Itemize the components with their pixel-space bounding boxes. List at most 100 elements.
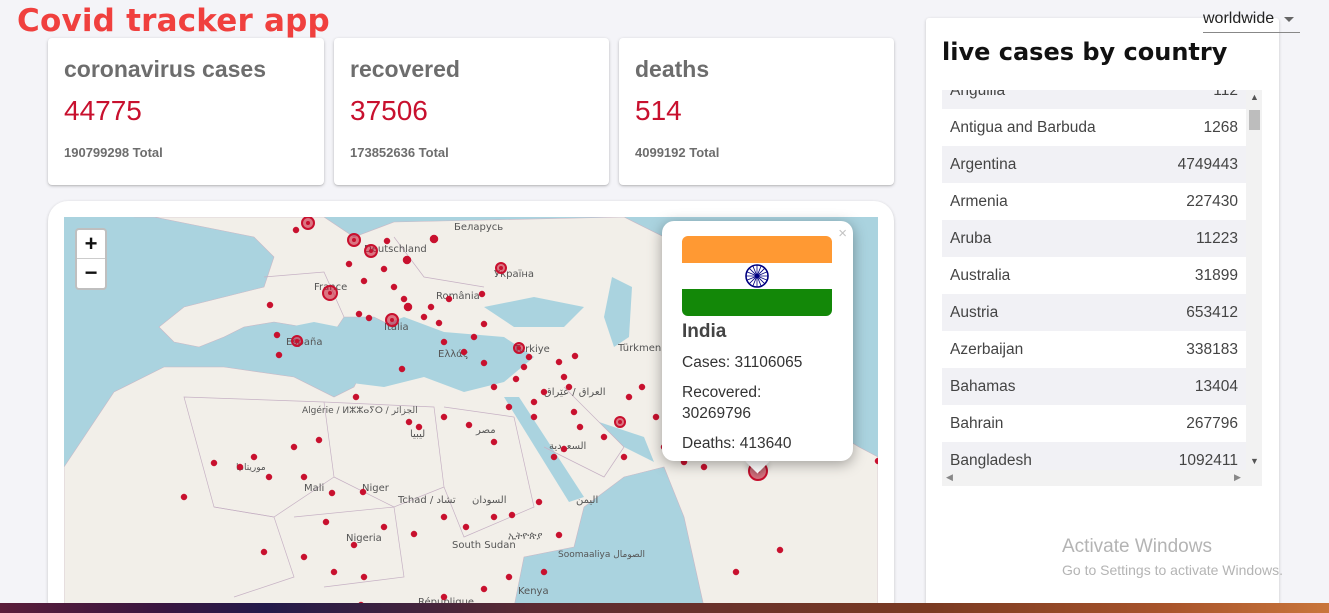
- scroll-right-icon[interactable]: ▶: [1234, 472, 1241, 483]
- case-marker[interactable]: [365, 314, 373, 322]
- table-row[interactable]: Australia 31899: [942, 257, 1246, 294]
- case-marker[interactable]: [180, 493, 188, 501]
- zoom-in-button[interactable]: +: [77, 230, 105, 259]
- zoom-out-button[interactable]: −: [77, 259, 105, 288]
- case-marker[interactable]: [260, 548, 268, 556]
- case-marker[interactable]: [555, 531, 563, 539]
- case-marker[interactable]: [380, 523, 388, 531]
- case-marker[interactable]: [571, 352, 579, 360]
- case-marker[interactable]: [732, 568, 740, 576]
- case-marker[interactable]: [429, 234, 439, 244]
- case-marker[interactable]: [565, 383, 573, 391]
- table-row[interactable]: Anguilla 112: [942, 90, 1246, 109]
- table-row[interactable]: Antigua and Barbuda 1268: [942, 109, 1246, 146]
- case-marker[interactable]: [273, 331, 281, 339]
- scroll-left-icon[interactable]: ◀: [946, 472, 953, 483]
- case-marker[interactable]: [440, 413, 448, 421]
- table-row[interactable]: Aruba 11223: [942, 220, 1246, 257]
- case-marker[interactable]: [540, 388, 548, 396]
- case-marker[interactable]: [390, 283, 398, 291]
- case-marker[interactable]: [236, 463, 244, 471]
- case-marker[interactable]: [490, 513, 498, 521]
- case-marker[interactable]: [600, 433, 608, 441]
- case-marker[interactable]: [505, 573, 513, 581]
- case-marker[interactable]: [420, 313, 428, 321]
- case-marker[interactable]: [445, 295, 453, 303]
- table-row[interactable]: Bahamas 13404: [942, 368, 1246, 405]
- case-marker[interactable]: [620, 453, 628, 461]
- table-row[interactable]: Bahrain 267796: [942, 405, 1246, 442]
- case-marker[interactable]: [328, 489, 336, 497]
- case-marker[interactable]: [480, 585, 488, 593]
- case-marker[interactable]: [440, 338, 448, 346]
- case-marker[interactable]: [415, 423, 423, 431]
- recovered-card[interactable]: recovered 37506 173852636 Total: [334, 38, 609, 185]
- case-marker[interactable]: [266, 301, 274, 309]
- case-marker[interactable]: [402, 255, 412, 265]
- scroll-down-icon[interactable]: ▼: [1250, 456, 1259, 466]
- case-marker[interactable]: [560, 373, 568, 381]
- case-marker[interactable]: [638, 383, 646, 391]
- case-marker[interactable]: [480, 320, 488, 328]
- case-marker[interactable]: [360, 277, 368, 285]
- case-marker[interactable]: [322, 518, 330, 526]
- case-marker[interactable]: [700, 463, 708, 471]
- case-marker[interactable]: [480, 359, 488, 367]
- scroll-up-icon[interactable]: ▲: [1250, 92, 1259, 102]
- case-marker[interactable]: [405, 418, 413, 426]
- case-marker[interactable]: [470, 333, 478, 341]
- country-select[interactable]: worldwide: [1203, 4, 1300, 33]
- case-marker[interactable]: [530, 413, 538, 421]
- table-row[interactable]: Armenia 227430: [942, 183, 1246, 220]
- case-marker[interactable]: [570, 408, 578, 416]
- case-marker[interactable]: [359, 488, 367, 496]
- case-marker[interactable]: [435, 319, 443, 327]
- table-row[interactable]: Azerbaijan 338183: [942, 331, 1246, 368]
- case-marker[interactable]: [505, 403, 513, 411]
- case-marker[interactable]: [300, 473, 308, 481]
- case-marker[interactable]: [410, 530, 418, 538]
- case-marker[interactable]: [398, 365, 406, 373]
- case-marker[interactable]: [576, 423, 584, 431]
- case-marker[interactable]: [525, 353, 533, 361]
- case-marker[interactable]: [292, 226, 300, 234]
- case-marker[interactable]: [478, 290, 486, 298]
- case-marker[interactable]: [250, 453, 258, 461]
- case-marker[interactable]: [460, 348, 468, 356]
- case-marker[interactable]: [465, 421, 473, 429]
- case-marker[interactable]: [462, 523, 470, 531]
- case-marker[interactable]: [380, 265, 388, 273]
- deaths-card[interactable]: deaths 514 4099192 Total: [619, 38, 894, 185]
- case-marker[interactable]: [530, 398, 538, 406]
- case-marker[interactable]: [352, 393, 360, 401]
- case-marker[interactable]: [490, 438, 498, 446]
- case-marker[interactable]: [440, 593, 448, 601]
- case-marker[interactable]: [652, 413, 660, 421]
- case-marker[interactable]: [535, 498, 543, 506]
- case-marker[interactable]: [555, 358, 563, 366]
- case-marker[interactable]: [210, 459, 218, 467]
- case-marker[interactable]: [512, 375, 520, 383]
- case-marker[interactable]: [360, 573, 368, 581]
- case-marker[interactable]: [625, 393, 633, 401]
- vertical-scrollbar[interactable]: ▲ ▼: [1246, 90, 1262, 470]
- table-row[interactable]: Argentina 4749443: [942, 146, 1246, 183]
- close-icon[interactable]: ×: [838, 225, 847, 242]
- case-marker[interactable]: [520, 363, 528, 371]
- case-marker[interactable]: [315, 436, 323, 444]
- case-marker[interactable]: [290, 443, 298, 451]
- case-marker[interactable]: [275, 351, 283, 359]
- case-marker[interactable]: [540, 568, 548, 576]
- case-marker[interactable]: [427, 303, 435, 311]
- case-marker[interactable]: [560, 445, 568, 453]
- case-marker[interactable]: [440, 513, 448, 521]
- case-marker[interactable]: [265, 473, 273, 481]
- case-marker[interactable]: [403, 302, 413, 312]
- case-marker[interactable]: [330, 568, 338, 576]
- horizontal-scrollbar[interactable]: ◀ ▶: [942, 470, 1262, 486]
- case-marker[interactable]: [355, 310, 363, 318]
- case-marker[interactable]: [776, 546, 784, 554]
- live-cases-table[interactable]: Anguilla 112 Antigua and Barbuda 1268 Argent…: [942, 90, 1262, 486]
- cases-card[interactable]: coronavirus cases 44775 190799298 Total: [48, 38, 324, 185]
- case-marker[interactable]: [383, 237, 391, 245]
